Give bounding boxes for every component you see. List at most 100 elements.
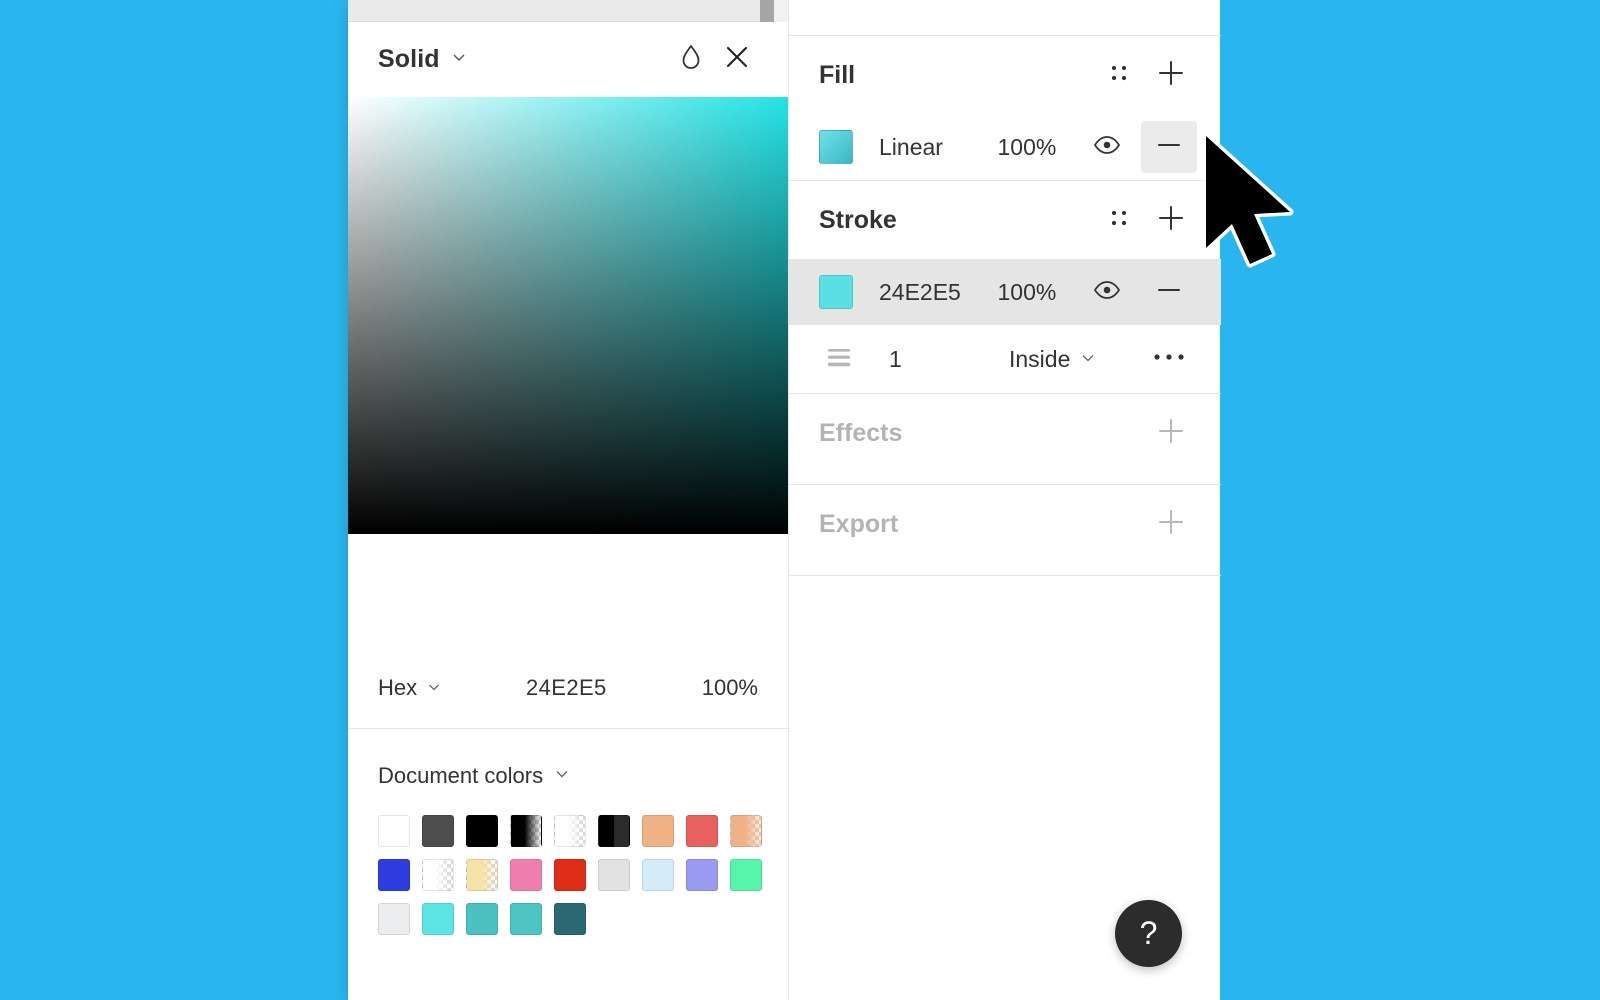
- close-picker-button[interactable]: [714, 37, 760, 83]
- section-title-export: Export: [819, 509, 899, 538]
- document-colors-section: Document colors: [348, 730, 788, 941]
- app-root: Solid Hex 24E2E5 100% Document colors Fi…: [0, 0, 1600, 1000]
- swatch-cell: [422, 853, 466, 897]
- droplet-icon: [678, 42, 704, 77]
- style-grid-icon: [1106, 205, 1132, 236]
- swatch-cell: [598, 809, 642, 853]
- swatch-cell: [510, 897, 554, 941]
- swatch-white-checker[interactable]: [422, 859, 454, 891]
- plus-icon: [1155, 57, 1187, 94]
- saturation-value-field[interactable]: [348, 97, 788, 534]
- toggle-visibility-button[interactable]: [1079, 266, 1135, 318]
- paint-opacity[interactable]: 100%: [998, 134, 1079, 161]
- swatch-cell: [554, 853, 598, 897]
- hex-alpha-input[interactable]: 100%: [668, 675, 758, 701]
- add-button-export[interactable]: [1145, 498, 1197, 550]
- color-picker-panel: Solid Hex 24E2E5 100% Document colors: [348, 0, 788, 1000]
- stroke-alignment-label: Inside: [1009, 345, 1071, 372]
- style-button-fill[interactable]: [1093, 49, 1145, 101]
- stroke-more-options-button[interactable]: [1141, 333, 1197, 385]
- contrast-droplet-button[interactable]: [668, 37, 714, 83]
- scrollbar-track[interactable]: [774, 0, 788, 22]
- swatch-cell: [554, 809, 598, 853]
- style-button-stroke[interactable]: [1093, 194, 1145, 246]
- swatch-black[interactable]: [466, 815, 498, 847]
- swatch-dark-teal[interactable]: [554, 903, 586, 935]
- section-title-stroke: Stroke: [819, 205, 897, 234]
- paint-swatch[interactable]: [819, 130, 853, 164]
- swatch-blue[interactable]: [378, 859, 410, 891]
- close-icon: [722, 42, 752, 77]
- remove-paint-button[interactable]: [1141, 121, 1197, 173]
- swatch-peach[interactable]: [642, 815, 674, 847]
- swatch-white[interactable]: [378, 815, 410, 847]
- swatch-black-fade[interactable]: [510, 815, 542, 847]
- swatch-light-gray[interactable]: [598, 859, 630, 891]
- add-button-fill[interactable]: [1145, 49, 1197, 101]
- swatch-cell: [642, 853, 686, 897]
- stroke-alignment-dropdown[interactable]: Inside: [1009, 346, 1097, 373]
- swatch-cell: [466, 897, 510, 941]
- stroke-paint-row[interactable]: 24E2E5 100%: [789, 259, 1221, 325]
- document-colors-grid: [348, 789, 788, 941]
- swatch-cream-fade[interactable]: [466, 859, 498, 891]
- swatch-cell: [510, 809, 554, 853]
- swatch-red[interactable]: [554, 859, 586, 891]
- swatch-dark-gray[interactable]: [422, 815, 454, 847]
- swatch-cell: [378, 809, 422, 853]
- toggle-visibility-button[interactable]: [1079, 121, 1135, 173]
- section-empty-area: [789, 563, 1221, 575]
- section-title-fill: Fill: [819, 60, 856, 89]
- properties-sections: Fill Linear 100% Stroke 24E2E5 100% 1 Inside Eff…: [789, 36, 1221, 576]
- add-button-effects[interactable]: [1145, 407, 1197, 459]
- properties-cutoff-row: [789, 0, 1221, 36]
- swatch-cell: [378, 853, 422, 897]
- panel-top-scroll-strip: [348, 0, 788, 22]
- chevron-down-icon: [553, 763, 571, 789]
- paint-name[interactable]: Linear: [879, 134, 998, 161]
- paint-type-dropdown[interactable]: Solid: [378, 45, 468, 74]
- remove-paint-button[interactable]: [1141, 266, 1197, 318]
- swatch-cell: [730, 853, 774, 897]
- swatch-cyan[interactable]: [422, 903, 454, 935]
- swatch-cell: [642, 809, 686, 853]
- paint-actions: [1079, 121, 1197, 173]
- swatch-cell: [686, 809, 730, 853]
- paint-swatch[interactable]: [819, 275, 853, 309]
- fill-paint-row[interactable]: Linear 100%: [789, 114, 1221, 180]
- paint-opacity[interactable]: 100%: [998, 279, 1079, 306]
- section-fill: Fill Linear 100%: [789, 36, 1221, 181]
- paint-type-label: Solid: [378, 45, 440, 73]
- swatch-off-white[interactable]: [378, 903, 410, 935]
- color-picker-header: Solid: [348, 22, 788, 97]
- chevron-down-icon: [1079, 346, 1097, 373]
- swatch-periwinkle[interactable]: [686, 859, 718, 891]
- stroke-weight-button[interactable]: [811, 333, 867, 385]
- swatch-teal[interactable]: [466, 903, 498, 935]
- help-button[interactable]: ?: [1115, 900, 1182, 967]
- swatch-pink[interactable]: [510, 859, 542, 891]
- swatch-pale-blue[interactable]: [642, 859, 674, 891]
- hex-value-input[interactable]: 24E2E5: [508, 675, 668, 701]
- add-button-stroke[interactable]: [1145, 194, 1197, 246]
- paint-name[interactable]: 24E2E5: [879, 279, 998, 306]
- swatch-black-gradient[interactable]: [598, 815, 630, 847]
- document-colors-toggle[interactable]: Document colors: [348, 730, 788, 789]
- swatch-cell: [730, 809, 774, 853]
- chevron-down-icon: [426, 675, 442, 701]
- swatch-peach-fade[interactable]: [730, 815, 762, 847]
- plus-icon: [1155, 202, 1187, 239]
- swatch-teal-2[interactable]: [510, 903, 542, 935]
- color-mode-dropdown[interactable]: Hex: [378, 675, 508, 701]
- swatch-white-fade[interactable]: [554, 815, 586, 847]
- swatch-cell: [554, 897, 598, 941]
- eye-icon: [1092, 130, 1122, 165]
- scrollbar-thumb[interactable]: [760, 0, 774, 22]
- swatch-mint-green[interactable]: [730, 859, 762, 891]
- minus-icon: [1153, 274, 1185, 311]
- swatch-salmon-red[interactable]: [686, 815, 718, 847]
- ellipsis-icon: [1152, 350, 1186, 369]
- stroke-weight-input[interactable]: 1: [889, 346, 1009, 373]
- stroke-properties-row: 1 Inside: [789, 325, 1221, 393]
- section-effects: Effects: [789, 394, 1221, 485]
